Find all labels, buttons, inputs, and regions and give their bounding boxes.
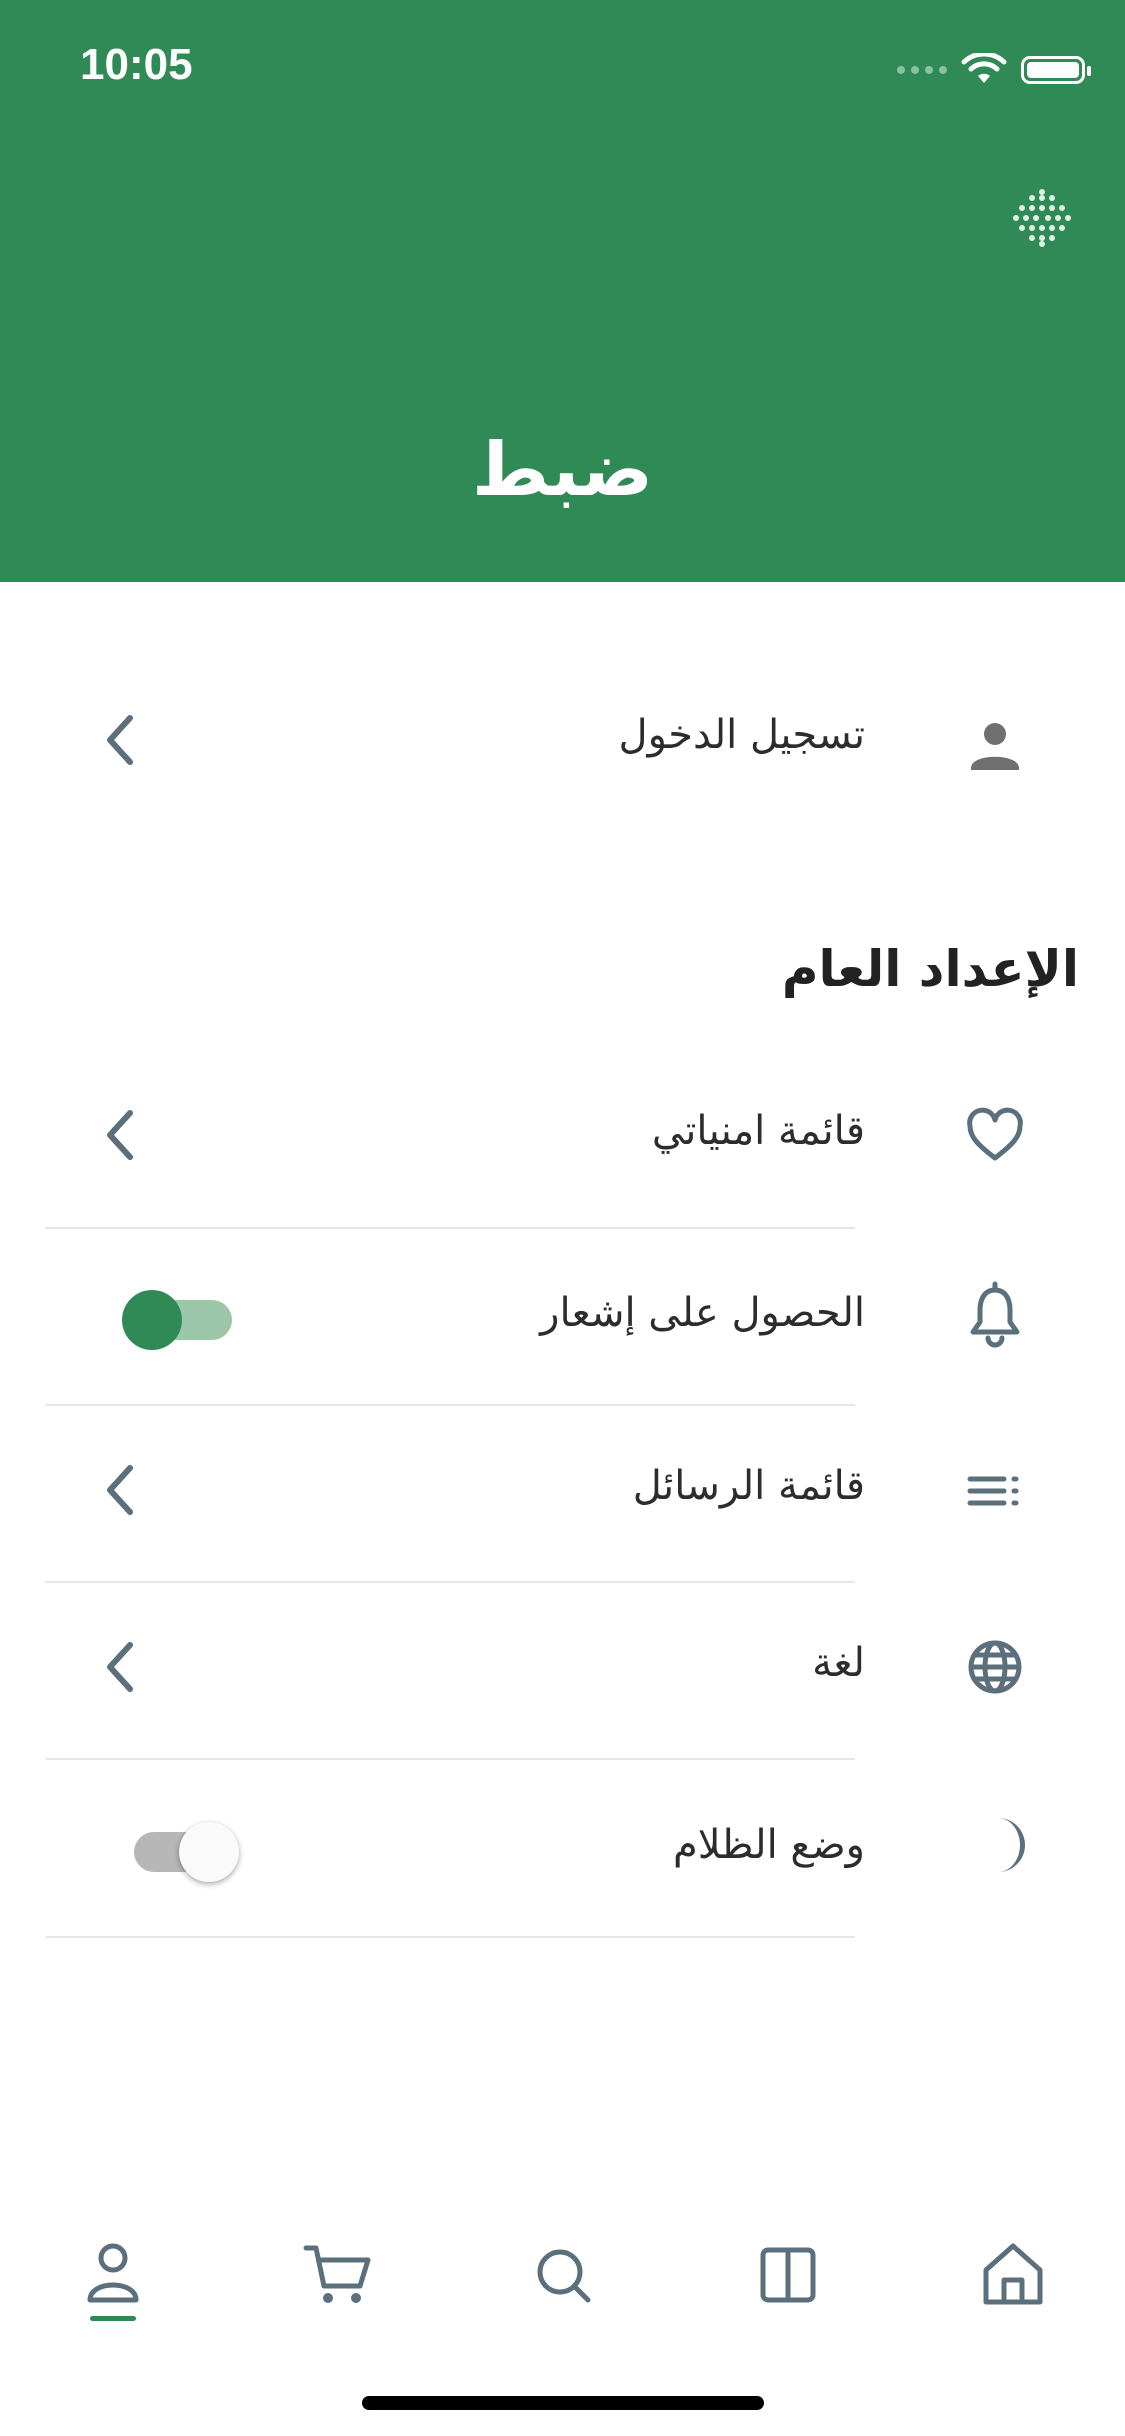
settings-item-language[interactable]: لغة [0, 1622, 1125, 1712]
home-icon[interactable] [968, 2230, 1058, 2320]
header: 10:05 ضبط [0, 0, 1125, 582]
chevron-left-icon[interactable] [100, 1637, 140, 1697]
grid-dots-logo-icon [1013, 189, 1071, 247]
book-icon[interactable] [743, 2230, 833, 2320]
chevron-left-icon[interactable] [100, 1460, 140, 1520]
user-icon [971, 723, 1019, 770]
divider [45, 1227, 855, 1229]
divider [45, 1404, 855, 1406]
settings-item-label: قائمة الرسائل [632, 1463, 865, 1509]
battery-icon [1021, 56, 1091, 84]
cart-icon[interactable] [292, 2230, 382, 2320]
settings-item-label: وضع الظلام [672, 1822, 865, 1868]
divider [45, 1758, 855, 1760]
profile-icon[interactable] [68, 2230, 158, 2320]
bottom-tab-bar [0, 2200, 1125, 2340]
status-time: 10:05 [80, 40, 193, 89]
settings-item-dark-mode[interactable]: وضع الظلام [0, 1800, 1125, 1890]
cellular-signal-icon [897, 66, 947, 74]
settings-item-messages[interactable]: قائمة الرسائل [0, 1445, 1125, 1535]
bell-icon [970, 1281, 1020, 1348]
active-tab-indicator [90, 2316, 136, 2321]
settings-item-label: قائمة امنياتي [651, 1108, 865, 1154]
section-title-general: الإعداد العام [781, 940, 1079, 998]
toggle-knob [179, 1822, 239, 1882]
divider [45, 1581, 855, 1583]
login-row[interactable]: تسجيل الدخول [0, 700, 1125, 780]
wifi-icon [961, 53, 1007, 83]
moon-icon [998, 1818, 1025, 1872]
settings-item-label: لغة [812, 1640, 865, 1686]
search-icon[interactable] [518, 2230, 608, 2320]
home-indicator [362, 2396, 764, 2410]
heart-icon [967, 1107, 1023, 1161]
chevron-left-icon[interactable] [100, 710, 140, 770]
login-label: تسجيل الدخول [618, 712, 865, 758]
page-title: ضبط [472, 427, 653, 513]
status-indicators [897, 50, 1091, 90]
list-icon [967, 1476, 1019, 1506]
settings-item-label: الحصول على إشعار [540, 1290, 865, 1336]
dark-mode-toggle[interactable] [124, 1814, 244, 1882]
notifications-toggle[interactable] [122, 1282, 242, 1350]
divider [45, 1936, 855, 1938]
toggle-knob [122, 1290, 182, 1350]
chevron-left-icon[interactable] [100, 1105, 140, 1165]
settings-item-notifications[interactable]: الحصول على إشعار [0, 1270, 1125, 1360]
settings-item-wishlist[interactable]: قائمة امنياتي [0, 1090, 1125, 1180]
globe-icon [968, 1640, 1022, 1694]
